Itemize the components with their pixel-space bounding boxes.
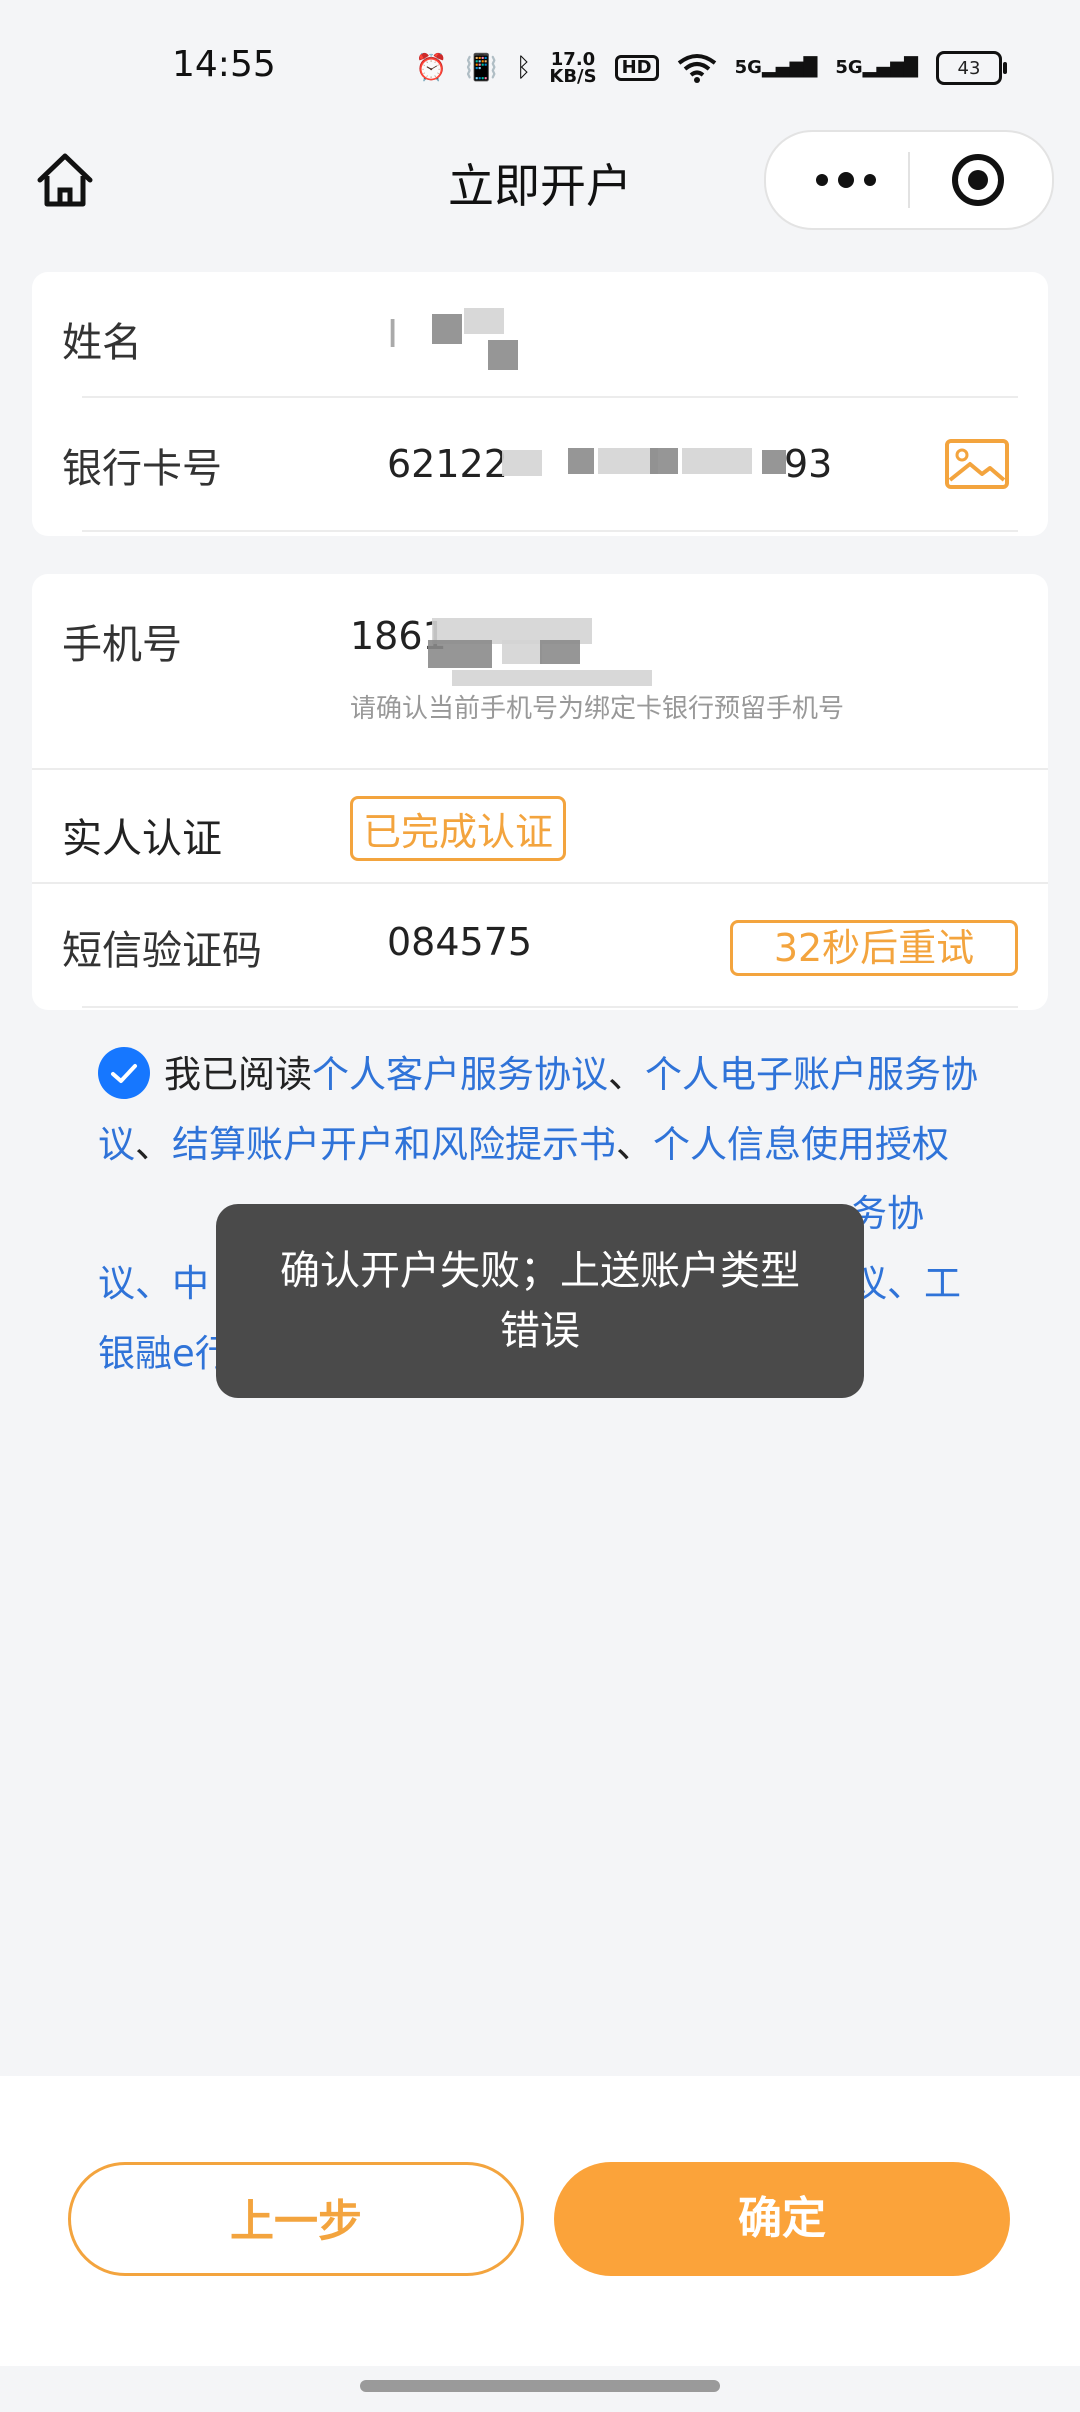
confirm-button[interactable]: 确定 <box>554 2162 1010 2276</box>
divider <box>32 882 1048 884</box>
net-speed: 17.0 KB/S <box>549 49 597 87</box>
bluetooth-icon: ᛒ <box>515 53 532 83</box>
masked-block <box>452 670 652 686</box>
card-number-label: 银行卡号 <box>62 446 222 492</box>
previous-step-button[interactable]: 上一步 <box>68 2162 524 2276</box>
capsule-separator <box>908 152 910 208</box>
link-personal-service-agreement[interactable]: 个人客户服务协议 <box>312 1053 608 1096</box>
nav-bar: 立即开户 <box>0 130 1080 240</box>
agreement-fragment[interactable]: 银融e行 <box>98 1323 232 1377</box>
status-time: 14:55 <box>172 44 276 85</box>
close-mini-program-icon[interactable] <box>950 152 1006 208</box>
link-settlement-risk-notice[interactable]: 结算账户开户和风险提示书 <box>172 1123 616 1166</box>
name-label: 姓名 <box>62 320 142 366</box>
check-icon <box>111 1063 137 1083</box>
real-person-verify-label: 实人认证 <box>62 816 222 862</box>
masked-block <box>488 340 518 370</box>
error-toast: 确认开户失败；上送账户类型错误 <box>216 1204 864 1398</box>
mini-program-capsule <box>764 130 1054 230</box>
status-icons: ⏰ 📳 ᛒ 17.0 KB/S HD 5G▂▄▆█ 5G▂▄▆█ 43 <box>415 46 1007 90</box>
status-bar: 14:55 ⏰ 📳 ᛒ 17.0 KB/S HD 5G▂▄▆█ 5G▂▄▆█ 4… <box>0 0 1080 130</box>
verify-status-badge: 已完成认证 <box>350 796 567 861</box>
wifi-icon <box>677 54 716 83</box>
identity-card: 姓名 I 银行卡号 62122 93 <box>32 272 1048 536</box>
scan-card-image-icon[interactable] <box>944 438 1010 490</box>
verification-card: 手机号 1861 请确认当前手机号为绑定卡银行预留手机号 实人认证 已完成认证 … <box>32 574 1048 1010</box>
resend-sms-button[interactable]: 32秒后重试 <box>730 920 1018 976</box>
masked-block <box>464 308 504 334</box>
signal-sim1-icon: 5G▂▄▆█ <box>734 57 818 78</box>
agreement-text: 我已阅读个人客户服务协议、个人电子账户服务协议、结算账户开户和风险提示书、个人信… <box>98 1040 978 1180</box>
masked-block <box>432 314 462 344</box>
name-value: I <box>387 312 399 356</box>
agreement-fragment[interactable]: 议、工 <box>850 1253 961 1307</box>
home-indicator[interactable] <box>360 2380 720 2392</box>
masked-block <box>762 450 786 474</box>
masked-block <box>428 640 492 668</box>
masked-block <box>682 448 752 474</box>
signal-sim2-icon: 5G▂▄▆█ <box>835 57 918 78</box>
link-personal-info-authorization[interactable]: 个人信息使用授权 <box>653 1123 949 1166</box>
alarm-icon: ⏰ <box>415 53 448 83</box>
phone-label: 手机号 <box>62 622 182 668</box>
agreement-fragment[interactable]: 议、中 <box>98 1253 209 1307</box>
vibrate-icon: 📳 <box>465 53 498 83</box>
toast-message: 确认开户失败；上送账户类型错误 <box>280 1248 800 1354</box>
masked-block <box>502 450 542 476</box>
masked-block <box>650 448 678 474</box>
card-number-value-start: 62122 <box>387 442 508 486</box>
more-icon[interactable] <box>806 160 886 200</box>
sms-code-label: 短信验证码 <box>62 928 262 974</box>
hd-icon: HD <box>614 55 659 81</box>
battery-icon: 43 <box>936 51 1007 85</box>
masked-block <box>540 640 580 664</box>
phone-hint: 请确认当前手机号为绑定卡银行预留手机号 <box>350 694 845 724</box>
divider <box>32 768 1048 770</box>
masked-block <box>568 448 594 474</box>
divider <box>82 1006 1018 1008</box>
sms-code-input[interactable]: 084575 <box>387 920 532 964</box>
divider <box>82 396 1018 398</box>
masked-block <box>598 448 658 474</box>
divider <box>82 530 1018 532</box>
card-number-value-end: 93 <box>784 442 833 486</box>
masked-block <box>502 640 542 664</box>
agree-checkbox[interactable] <box>98 1046 150 1099</box>
